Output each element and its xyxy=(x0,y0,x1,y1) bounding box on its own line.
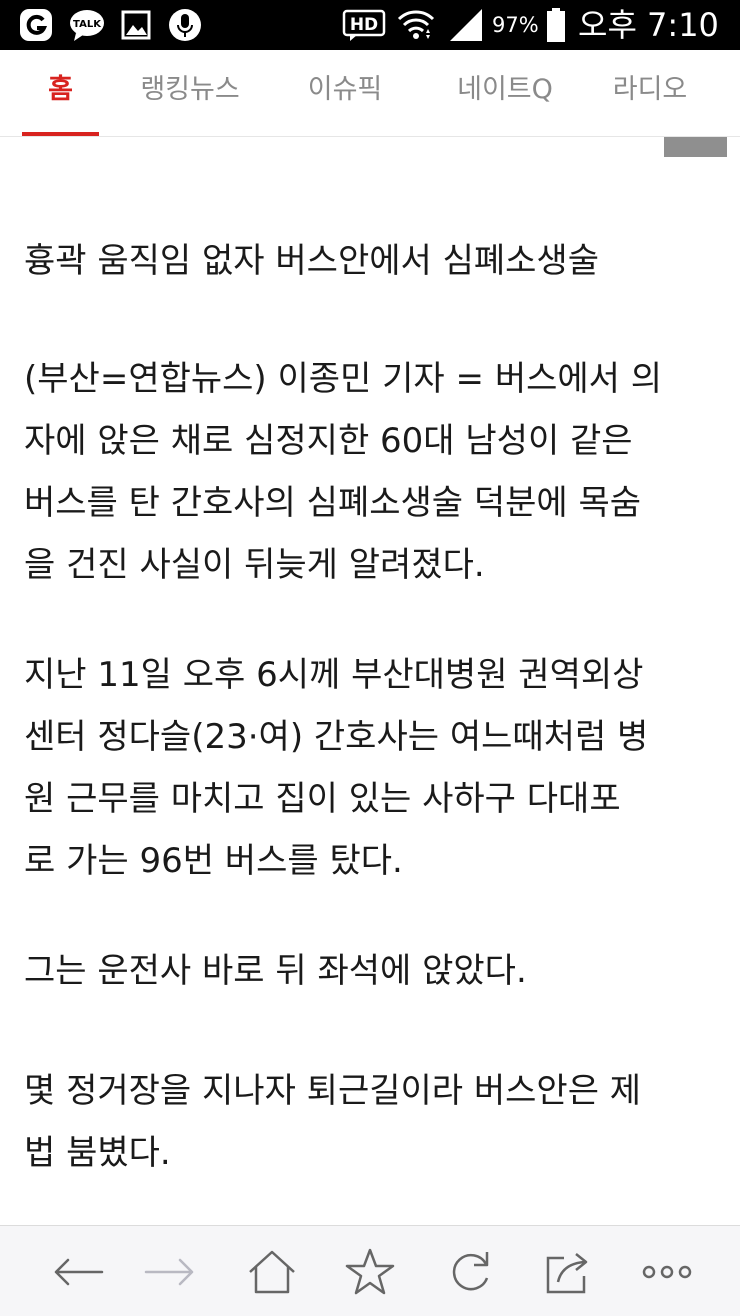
more-icon[interactable] xyxy=(637,1244,697,1300)
battery-percent: 97% xyxy=(492,13,539,37)
back-icon[interactable] xyxy=(48,1244,108,1300)
kakaotalk-icon: TALK xyxy=(68,7,106,43)
refresh-icon[interactable] xyxy=(440,1244,500,1300)
paragraph-line: 버스를 탄 간호사의 심폐소생술 덕분에 목숨 xyxy=(24,483,642,523)
paragraph-line: 센터 정다슬(23·여) 간호사는 여느때처럼 병 xyxy=(24,717,649,757)
tab-ranking-news[interactable]: 랭킹뉴스 xyxy=(120,50,260,136)
browser-toolbar xyxy=(0,1225,740,1316)
tab-home[interactable]: 홈 xyxy=(22,50,99,136)
paragraph-line: (부산=연합뉴스) 이종민 기자 = 버스에서 의 xyxy=(24,359,663,399)
paragraph-line: 원 근무를 마치고 집이 있는 사하구 다대포 xyxy=(24,779,621,819)
paragraph-line: 몇 정거장을 지나자 퇴근길이라 버스안은 제 xyxy=(24,1071,642,1111)
battery-icon xyxy=(545,7,567,43)
article-paragraph: 몇 정거장을 지나자 퇴근길이라 버스안은 제 법 붐볐다. xyxy=(24,1060,720,1184)
gallery-icon xyxy=(120,7,152,43)
hd-label: HD xyxy=(350,15,378,35)
tab-nate-q[interactable]: 네이트Q xyxy=(440,50,570,136)
article-paragraph: 그는 운전사 바로 뒤 좌석에 앉았다. xyxy=(24,940,720,1002)
paragraph-line: 로 가는 96번 버스를 탔다. xyxy=(24,841,403,881)
paragraph-line: 그는 운전사 바로 뒤 좌석에 앉았다. xyxy=(24,951,527,991)
bookmark-star-icon[interactable] xyxy=(340,1244,400,1300)
app-g-icon xyxy=(18,7,54,43)
talk-label: TALK xyxy=(73,19,102,30)
tab-radio[interactable]: 라디오 xyxy=(600,50,700,136)
paragraph-line: 을 건진 사실이 뒤늦게 알려졌다. xyxy=(24,545,485,585)
clock: 오후 7:10 xyxy=(578,6,719,44)
signal-icon xyxy=(448,7,484,43)
paragraph-line: 자에 앉은 채로 심정지한 60대 남성이 같은 xyxy=(24,421,633,461)
wifi-icon xyxy=(396,7,436,43)
home-icon[interactable] xyxy=(242,1244,302,1300)
article-paragraph: (부산=연합뉴스) 이종민 기자 = 버스에서 의 자에 앉은 채로 심정지한 … xyxy=(24,348,720,596)
tab-bar: 홈 랭킹뉴스 이슈픽 네이트Q 라디오 xyxy=(0,50,740,137)
status-bar: TALK HD 97% 오후 7:10 xyxy=(0,0,740,50)
paragraph-line: 법 붐볐다. xyxy=(24,1133,171,1173)
hd-voice-icon: HD xyxy=(342,7,388,43)
active-tab-indicator xyxy=(22,132,99,136)
share-icon[interactable] xyxy=(538,1244,598,1300)
collapse-button[interactable] xyxy=(664,137,727,157)
headline-text: 흉곽 움직임 없자 버스안에서 심폐소생술 xyxy=(24,241,599,281)
article-paragraph: 지난 11일 오후 6시께 부산대병원 권역외상 센터 정다슬(23·여) 간호… xyxy=(24,644,720,892)
paragraph-line: 지난 11일 오후 6시께 부산대병원 권역외상 xyxy=(24,655,644,695)
microphone-icon xyxy=(168,7,202,43)
tab-issue-pick[interactable]: 이슈픽 xyxy=(290,50,400,136)
forward-icon[interactable] xyxy=(140,1244,200,1300)
article-headline: 흉곽 움직임 없자 버스안에서 심폐소생술 xyxy=(24,230,720,292)
